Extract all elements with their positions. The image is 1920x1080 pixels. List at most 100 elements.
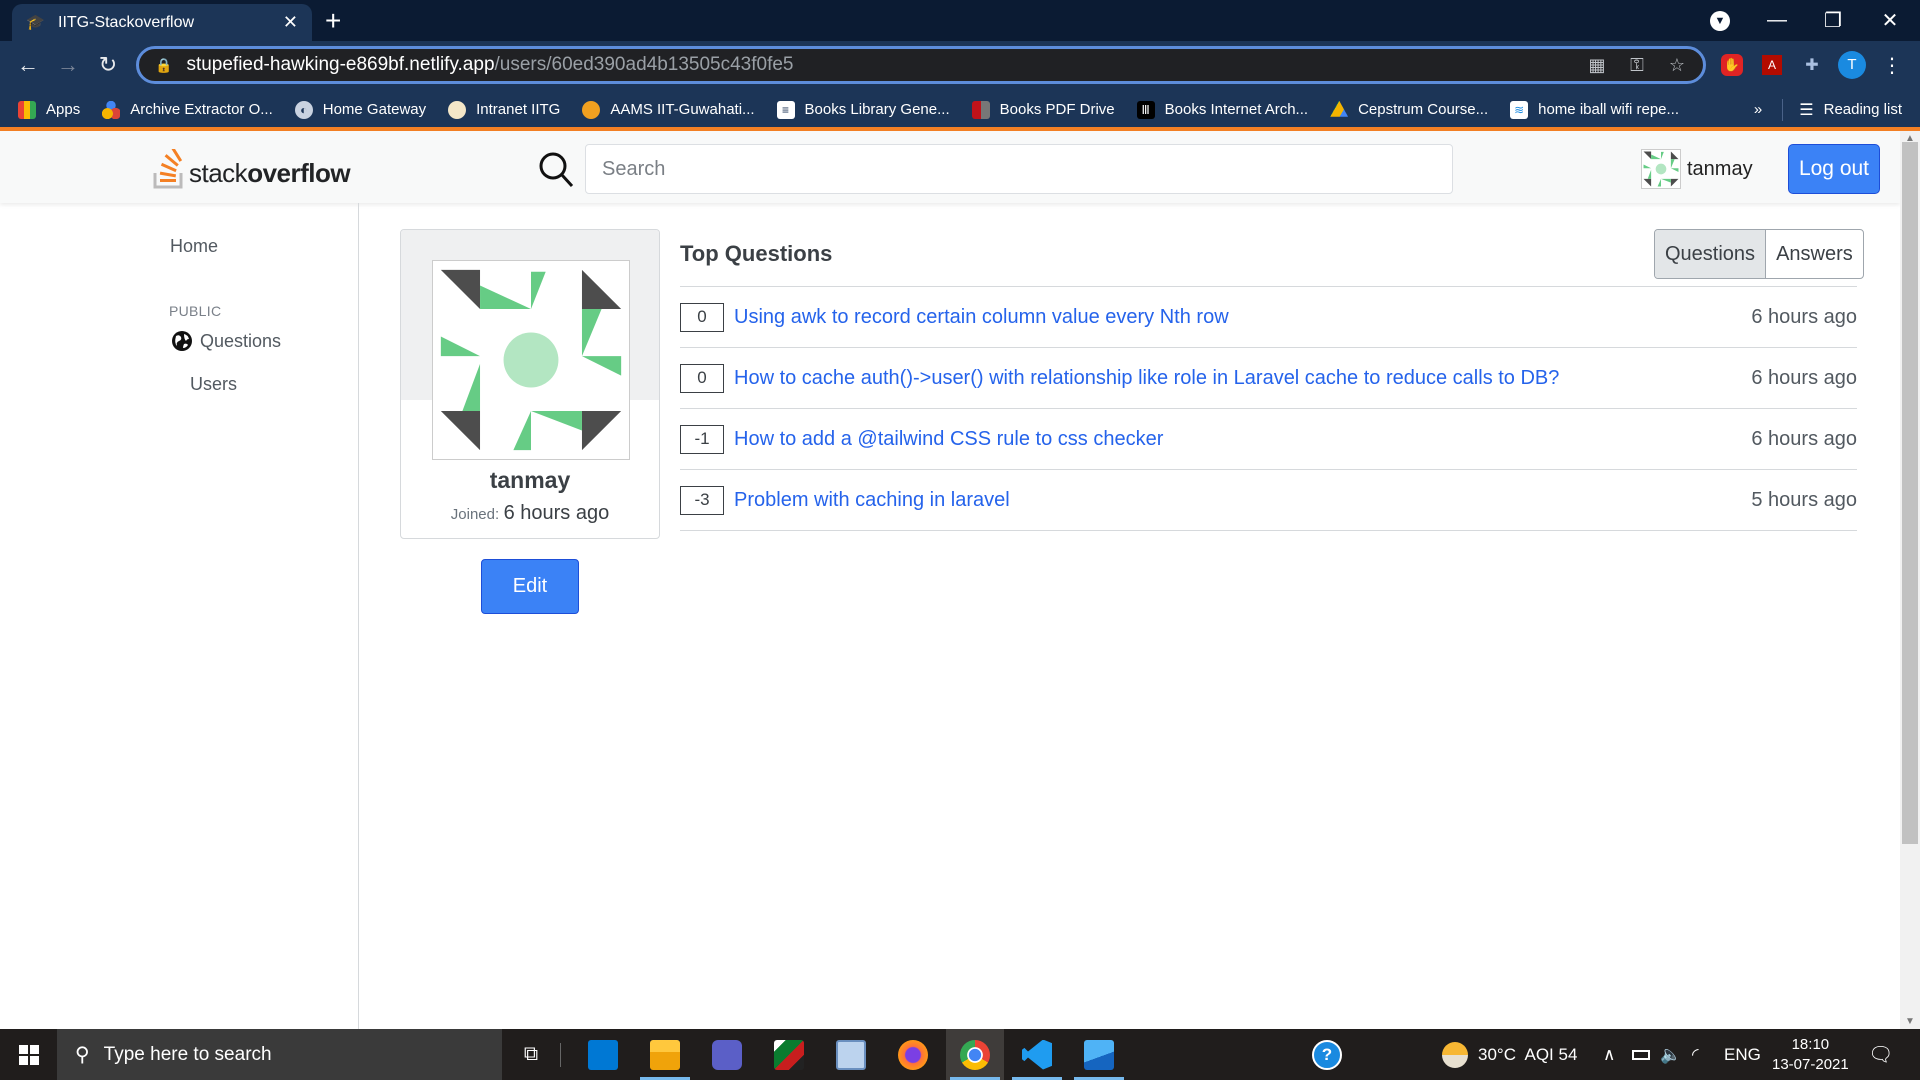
taskbar-app-vscode[interactable] <box>1008 1029 1066 1080</box>
taskbar-app-store[interactable] <box>574 1029 632 1080</box>
app-icon <box>836 1039 866 1070</box>
sidebar-item-home[interactable]: Home <box>170 236 218 257</box>
identicon-shape <box>1657 178 1661 187</box>
notification-icon: 🗨 <box>1868 1044 1894 1066</box>
forward-button[interactable]: → <box>52 49 84 81</box>
adblock-extension-icon[interactable]: ✋ <box>1718 51 1746 79</box>
reload-button[interactable]: ↻ <box>92 49 124 81</box>
clock-date: 13-07-2021 <box>1772 1055 1849 1073</box>
taskbar-app-teams[interactable] <box>698 1029 756 1080</box>
divider <box>560 1043 561 1067</box>
restore-button[interactable]: ❐ <box>1803 0 1863 41</box>
site-logo[interactable]: stack overflow <box>153 149 351 189</box>
clock[interactable]: 18:10 13-07-2021 <box>1772 1029 1849 1080</box>
reading-list-button[interactable]: Reading list <box>1824 101 1902 118</box>
bookmark-item[interactable]: ◐ Home Gateway <box>294 100 426 119</box>
question-time: 6 hours ago <box>1751 427 1857 450</box>
help-button[interactable]: ? <box>1312 1029 1342 1080</box>
tab-answers[interactable]: Answers <box>1766 230 1863 278</box>
pdf-drive-icon <box>971 100 990 119</box>
sidebar-item-users[interactable]: Users <box>190 374 237 395</box>
internet-archive-icon: Ⅲ <box>1136 100 1155 119</box>
taskbar-app-explorer[interactable] <box>636 1029 694 1080</box>
taskbar-app-matlab[interactable] <box>760 1029 818 1080</box>
archive-extractor-icon <box>102 100 121 119</box>
profile-card: tanmay Joined: 6 hours ago <box>400 229 660 539</box>
taskbar-app-window[interactable] <box>822 1029 880 1080</box>
identicon-shape <box>1670 151 1679 160</box>
help-icon: ? <box>1312 1039 1342 1070</box>
reading-list-icon: ☰ <box>1799 101 1814 119</box>
bookmark-item[interactable]: ≋ home iball wifi repe... <box>1510 100 1679 119</box>
question-row: 0 How to cache auth()->user() with relat… <box>680 348 1857 409</box>
new-tab-button[interactable]: + <box>325 6 341 36</box>
bookmark-item[interactable]: Ⅲ Books Internet Arch... <box>1136 100 1308 119</box>
browser-tab[interactable]: 🎓 IITG-Stackoverflow ✕ <box>12 4 312 41</box>
minimize-button[interactable]: — <box>1747 0 1807 41</box>
search-input[interactable] <box>585 144 1453 194</box>
pdf-extension-icon[interactable]: A <box>1758 51 1786 79</box>
bookmark-item[interactable]: AAMS IIT-Guwahati... <box>582 100 755 119</box>
language-indicator[interactable]: ENG <box>1724 1029 1761 1080</box>
profile-initial: T <box>1838 51 1866 79</box>
question-link[interactable]: How to add a @tailwind CSS rule to css c… <box>734 428 1751 451</box>
profile-avatar-button[interactable]: T <box>1838 51 1866 79</box>
tab-questions[interactable]: Questions <box>1655 230 1767 278</box>
tab-close-icon[interactable]: ✕ <box>283 12 298 33</box>
more-bookmarks-button[interactable]: » <box>1754 101 1762 118</box>
task-view-button[interactable]: ⧉ <box>502 1029 560 1080</box>
arrow-right-icon: → <box>57 52 79 77</box>
clock-time: 18:10 <box>1791 1035 1830 1053</box>
weather-widget[interactable]: 30°C AQI 54 <box>1442 1029 1577 1080</box>
joined-value: 6 hours ago <box>503 502 610 524</box>
bookmark-item[interactable]: Apps <box>18 100 80 119</box>
scroll-down-icon[interactable]: ▼ <box>1900 1014 1920 1029</box>
address-bar[interactable]: 🔒 stupefied-hawking-e869bf.netlify.app/u… <box>136 46 1706 84</box>
question-link[interactable]: Using awk to record certain column value… <box>734 306 1751 329</box>
qr-code-icon[interactable]: ▦ <box>1579 49 1615 81</box>
identicon-shape <box>480 285 531 310</box>
password-key-icon[interactable]: ⚿ <box>1619 49 1655 81</box>
bookmark-star-icon[interactable]: ☆ <box>1659 49 1695 81</box>
taskbar-search-box[interactable]: ⚲ Type here to search <box>57 1029 502 1080</box>
question-time: 6 hours ago <box>1751 366 1857 389</box>
edit-profile-button[interactable]: Edit <box>481 559 579 614</box>
back-button[interactable]: ← <box>12 49 44 81</box>
page-scrollbar[interactable]: ▲ ▼ <box>1900 131 1920 1029</box>
question-link[interactable]: How to cache auth()->user() with relatio… <box>734 367 1751 390</box>
browser-tabstrip: 🎓 IITG-Stackoverflow ✕ + ▼ — ❐ ✕ <box>0 0 1920 41</box>
identicon-center-circle <box>1655 163 1667 175</box>
bookmark-item[interactable]: Cepstrum Course... <box>1330 100 1488 119</box>
network-indicator[interactable]: ◜ <box>1692 1029 1699 1080</box>
taskbar-app-firefox[interactable] <box>884 1029 942 1080</box>
tab-search-button[interactable]: ▼ <box>1690 0 1750 41</box>
bookmark-item[interactable]: Intranet IITG <box>448 100 560 119</box>
sidebar-item-questions[interactable]: Questions <box>170 329 281 353</box>
header-username: tanmay <box>1687 157 1753 180</box>
google-drive-icon <box>1330 100 1349 117</box>
show-hidden-icons-button[interactable]: ∧ <box>1603 1029 1615 1080</box>
identicon-shape <box>440 336 481 357</box>
header-user-profile[interactable]: tanmay <box>1641 149 1753 189</box>
firefox-icon <box>898 1039 928 1070</box>
logout-button[interactable]: Log out <box>1788 144 1880 194</box>
bookmark-item[interactable]: Books PDF Drive <box>971 100 1115 119</box>
taskbar-app-photos[interactable] <box>1070 1029 1128 1080</box>
volume-indicator[interactable]: 🔈 <box>1660 1029 1681 1080</box>
bookmark-item[interactable]: ≡ Books Library Gene... <box>776 100 950 119</box>
close-window-button[interactable]: ✕ <box>1860 0 1920 41</box>
start-button[interactable] <box>0 1029 57 1080</box>
extensions-puzzle-icon[interactable]: ✚ <box>1798 51 1826 79</box>
identicon-shape <box>462 363 481 411</box>
battery-indicator[interactable] <box>1632 1029 1650 1080</box>
scrollbar-thumb[interactable] <box>1902 142 1918 844</box>
bookmark-item[interactable]: Archive Extractor O... <box>102 100 273 119</box>
notifications-button[interactable]: 🗨 <box>1868 1029 1893 1080</box>
question-link[interactable]: Problem with caching in laravel <box>734 489 1751 512</box>
taskbar-app-chrome[interactable] <box>946 1029 1004 1080</box>
vote-count: 0 <box>680 363 724 393</box>
chrome-menu-icon[interactable]: ⋮ <box>1878 51 1906 79</box>
iitg-logo-icon <box>582 100 601 119</box>
identicon-center-circle <box>503 332 559 388</box>
search-icon[interactable] <box>536 149 576 189</box>
